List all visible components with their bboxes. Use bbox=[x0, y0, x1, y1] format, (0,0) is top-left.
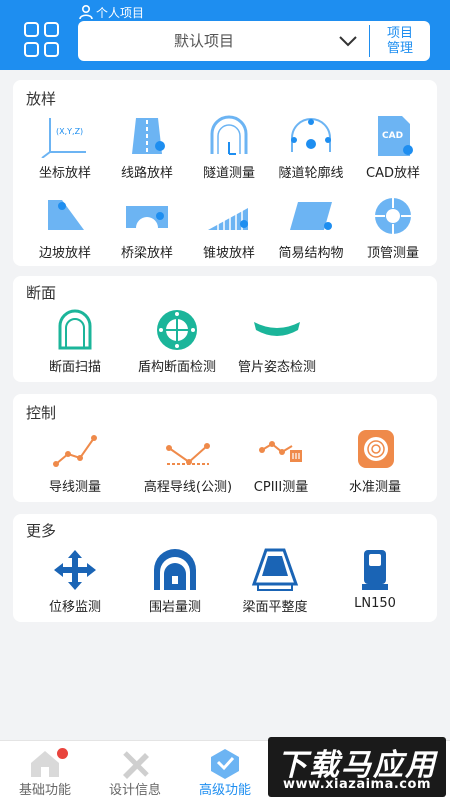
item-label: 坐标放样 bbox=[38, 166, 91, 181]
item-label: 高程导线(公测) bbox=[143, 480, 233, 495]
item-label: 隧道轮廓线 bbox=[278, 166, 344, 181]
slope-icon bbox=[48, 200, 84, 230]
item-label: 顶管测量 bbox=[366, 246, 419, 261]
section-scan-item[interactable]: 断面扫描 bbox=[33, 308, 117, 375]
item-label: 位移监测 bbox=[48, 600, 101, 615]
item-label: 隧道测量 bbox=[202, 166, 255, 181]
bridge-icon bbox=[126, 206, 168, 228]
displacement-icon bbox=[54, 550, 96, 590]
item-label: 锥坡放样 bbox=[202, 246, 255, 261]
elevation-traverse-icon bbox=[166, 443, 210, 465]
item-label: LN150 bbox=[354, 596, 396, 611]
divider bbox=[369, 25, 370, 57]
pipe-jacking-item[interactable]: 顶管测量 bbox=[351, 194, 435, 261]
surrounding-rock-item[interactable]: 围岩量测 bbox=[133, 548, 217, 615]
leveling-icon bbox=[358, 430, 394, 468]
project-manage-button[interactable]: 项目 管理 bbox=[374, 25, 426, 57]
section-card: 断面 断面扫描 盾构断面检测 管片姿态检测 bbox=[13, 276, 437, 382]
cpiii-item[interactable]: CPIII测量 bbox=[239, 428, 323, 495]
grid-menu-icon[interactable] bbox=[24, 22, 60, 58]
item-label: 简易结构物 bbox=[278, 246, 344, 261]
section-scan-icon bbox=[58, 309, 92, 350]
item-label: 线路放样 bbox=[120, 166, 173, 181]
tab-design[interactable]: 设计信息 bbox=[90, 741, 180, 800]
item-label: 水准测量 bbox=[348, 480, 401, 495]
project-selector[interactable]: 默认项目 项目 管理 bbox=[78, 21, 430, 61]
tab-label: 设计信息 bbox=[108, 783, 161, 798]
shield-section-icon bbox=[157, 310, 197, 350]
ln150-item[interactable]: LN150 bbox=[333, 548, 417, 611]
tunnel-contour-item[interactable]: 隧道轮廓线 bbox=[269, 114, 353, 181]
ln150-device-icon bbox=[362, 550, 388, 590]
item-label: 梁面平整度 bbox=[242, 600, 308, 615]
tunnel-survey-item[interactable]: 隧道测量 bbox=[187, 114, 271, 181]
project-name[interactable]: 默认项目 bbox=[78, 21, 330, 61]
simple-structure-item[interactable]: 简易结构物 bbox=[269, 194, 353, 261]
traverse-icon bbox=[53, 435, 97, 467]
shield-section-item[interactable]: 盾构断面检测 bbox=[133, 308, 221, 375]
bridge-stakeout-item[interactable]: 桥梁放样 bbox=[105, 194, 189, 261]
chevron-down-icon[interactable] bbox=[338, 33, 358, 49]
notification-badge bbox=[57, 748, 68, 759]
item-label: 导线测量 bbox=[48, 480, 101, 495]
user-icon bbox=[79, 4, 93, 20]
project-type-text: 个人项目 bbox=[96, 5, 145, 20]
item-label: 管片姿态检测 bbox=[237, 360, 316, 375]
item-label: 断面扫描 bbox=[48, 360, 101, 375]
tab-basic[interactable]: 基础功能 bbox=[0, 741, 90, 800]
slope-stakeout-item[interactable]: 边坡放样 bbox=[23, 194, 107, 261]
item-label: 围岩量测 bbox=[148, 600, 201, 615]
item-label: CPIII测量 bbox=[253, 480, 309, 495]
road-icon bbox=[132, 118, 165, 154]
svg-text:(X,Y,Z): (X,Y,Z) bbox=[56, 127, 83, 136]
traverse-item[interactable]: 导线测量 bbox=[33, 428, 117, 495]
project-type-label: 个人项目 bbox=[78, 3, 144, 21]
app-header: 个人项目 默认项目 项目 管理 bbox=[0, 0, 450, 70]
cpiii-icon bbox=[259, 441, 302, 462]
control-title: 控制 bbox=[26, 404, 57, 422]
simple-structure-icon bbox=[290, 202, 332, 230]
displacement-item[interactable]: 位移监测 bbox=[33, 548, 117, 615]
item-label: CAD放样 bbox=[366, 166, 420, 181]
tunnel-contour-icon bbox=[291, 118, 331, 152]
surrounding-rock-icon bbox=[154, 549, 196, 590]
beam-flatness-icon bbox=[251, 548, 299, 591]
cad-stakeout-item[interactable]: CAD CAD放样 bbox=[351, 114, 435, 181]
coordinate-axes-icon: (X,Y,Z) bbox=[41, 118, 86, 158]
tunnel-icon bbox=[210, 115, 248, 155]
tab-label: 基础功能 bbox=[18, 783, 71, 798]
advanced-icon bbox=[211, 749, 239, 779]
manage-line1: 项目 bbox=[386, 26, 413, 41]
watermark-logo: 下载马应用 www.xiazaima.com bbox=[268, 737, 446, 797]
watermark-url: www.xiazaima.com bbox=[283, 777, 431, 792]
elevation-traverse-item[interactable]: 高程导线(公测) bbox=[131, 428, 245, 495]
control-card: 控制 导线测量 高程导线(公测) CPIII测量 水准测量 bbox=[13, 394, 437, 502]
stakeout-card: 放样 (X,Y,Z) 坐标放样 线路放样 隧道测量 隧道轮廓线 CAD CAD放… bbox=[13, 80, 437, 266]
manage-line2: 管理 bbox=[386, 41, 413, 56]
item-label: 盾构断面检测 bbox=[137, 360, 216, 375]
leveling-item[interactable]: 水准测量 bbox=[333, 428, 417, 495]
route-stakeout-item[interactable]: 线路放样 bbox=[105, 114, 189, 181]
more-title: 更多 bbox=[26, 522, 57, 540]
tab-label: 高级功能 bbox=[198, 783, 251, 798]
cone-slope-icon bbox=[208, 208, 248, 230]
coordinate-stakeout-item[interactable]: (X,Y,Z) 坐标放样 bbox=[23, 114, 107, 181]
design-ruler-icon bbox=[123, 751, 149, 779]
segment-pose-icon bbox=[254, 322, 300, 336]
svg-text:CAD: CAD bbox=[382, 131, 403, 141]
item-label: 边坡放样 bbox=[38, 246, 91, 261]
beam-flatness-item[interactable]: 梁面平整度 bbox=[233, 548, 317, 615]
stakeout-title: 放样 bbox=[26, 90, 57, 108]
pipe-jacking-icon bbox=[375, 198, 411, 234]
cone-slope-item[interactable]: 锥坡放样 bbox=[187, 194, 271, 261]
segment-pose-item[interactable]: 管片姿态检测 bbox=[233, 308, 321, 375]
section-title: 断面 bbox=[26, 284, 57, 302]
cad-file-icon: CAD bbox=[378, 116, 413, 156]
tab-advanced[interactable]: 高级功能 bbox=[180, 741, 270, 800]
item-label: 桥梁放样 bbox=[120, 246, 173, 261]
more-card: 更多 位移监测 围岩量测 梁面平整度 LN150 bbox=[13, 514, 437, 622]
